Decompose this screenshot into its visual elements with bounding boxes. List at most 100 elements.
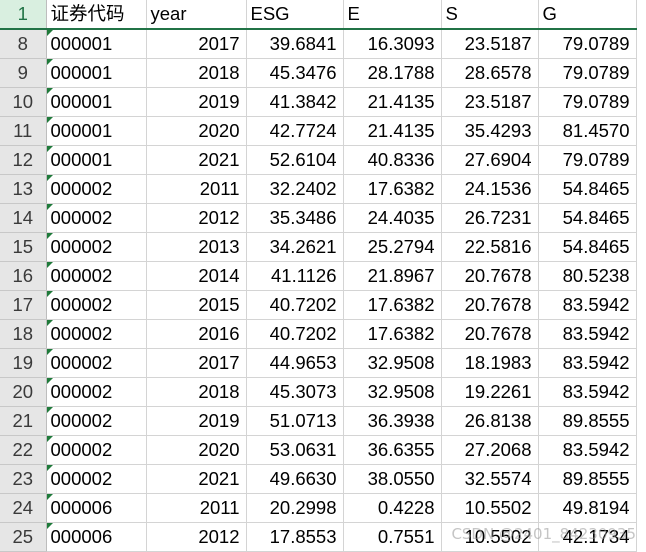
year-cell[interactable]: 2019: [146, 87, 247, 117]
e-cell[interactable]: 21.4135: [343, 116, 442, 146]
year-cell[interactable]: 2020: [146, 435, 247, 465]
code-cell[interactable]: 000002: [46, 348, 147, 378]
g-cell[interactable]: 79.0789: [538, 29, 637, 59]
year-cell[interactable]: 2018: [146, 377, 247, 407]
esg-cell[interactable]: 20.2998: [246, 493, 344, 523]
e-cell[interactable]: 21.8967: [343, 261, 442, 291]
row-number[interactable]: 20: [0, 377, 47, 407]
row-number[interactable]: 16: [0, 261, 47, 291]
e-cell[interactable]: 17.6382: [343, 319, 442, 349]
code-cell[interactable]: 000001: [46, 29, 147, 59]
s-cell[interactable]: 32.5574: [441, 464, 539, 494]
g-cell[interactable]: 83.5942: [538, 377, 637, 407]
year-cell[interactable]: 2016: [146, 319, 247, 349]
e-cell[interactable]: 16.3093: [343, 29, 442, 59]
e-cell[interactable]: 21.4135: [343, 87, 442, 117]
row-number[interactable]: 24: [0, 493, 47, 523]
g-cell[interactable]: 49.8194: [538, 493, 637, 523]
year-cell[interactable]: 2019: [146, 406, 247, 436]
esg-cell[interactable]: 40.7202: [246, 319, 344, 349]
g-cell[interactable]: 79.0789: [538, 87, 637, 117]
header-cell-securities-code[interactable]: 证券代码: [46, 0, 147, 30]
code-cell[interactable]: 000002: [46, 203, 147, 233]
g-cell[interactable]: 54.8465: [538, 232, 637, 262]
year-cell[interactable]: 2021: [146, 145, 247, 175]
esg-cell[interactable]: 34.2621: [246, 232, 344, 262]
code-cell[interactable]: 000002: [46, 406, 147, 436]
code-cell[interactable]: 000002: [46, 435, 147, 465]
row-number[interactable]: 14: [0, 203, 47, 233]
s-cell[interactable]: 24.1536: [441, 174, 539, 204]
esg-cell[interactable]: 17.8553: [246, 522, 344, 552]
year-cell[interactable]: 2021: [146, 464, 247, 494]
code-cell[interactable]: 000001: [46, 116, 147, 146]
e-cell[interactable]: 25.2794: [343, 232, 442, 262]
row-number[interactable]: 17: [0, 290, 47, 320]
e-cell[interactable]: 24.4035: [343, 203, 442, 233]
s-cell[interactable]: 28.6578: [441, 58, 539, 88]
year-cell[interactable]: 2011: [146, 174, 247, 204]
row-number[interactable]: 13: [0, 174, 47, 204]
e-cell[interactable]: 28.1788: [343, 58, 442, 88]
code-cell[interactable]: 000002: [46, 290, 147, 320]
s-cell[interactable]: 20.7678: [441, 261, 539, 291]
s-cell[interactable]: 22.5816: [441, 232, 539, 262]
g-cell[interactable]: 89.8555: [538, 464, 637, 494]
row-number[interactable]: 8: [0, 29, 47, 59]
g-cell[interactable]: 81.4570: [538, 116, 637, 146]
s-cell[interactable]: 10.5502: [441, 522, 539, 552]
esg-cell[interactable]: 49.6630: [246, 464, 344, 494]
year-cell[interactable]: 2012: [146, 522, 247, 552]
header-cell-year[interactable]: year: [146, 0, 247, 30]
year-cell[interactable]: 2017: [146, 348, 247, 378]
row-number[interactable]: 19: [0, 348, 47, 378]
esg-cell[interactable]: 53.0631: [246, 435, 344, 465]
esg-cell[interactable]: 51.0713: [246, 406, 344, 436]
header-cell-e[interactable]: E: [343, 0, 442, 30]
year-cell[interactable]: 2014: [146, 261, 247, 291]
code-cell[interactable]: 000002: [46, 232, 147, 262]
esg-cell[interactable]: 40.7202: [246, 290, 344, 320]
g-cell[interactable]: 89.8555: [538, 406, 637, 436]
e-cell[interactable]: 32.9508: [343, 377, 442, 407]
esg-cell[interactable]: 35.3486: [246, 203, 344, 233]
row-number[interactable]: 23: [0, 464, 47, 494]
e-cell[interactable]: 38.0550: [343, 464, 442, 494]
esg-cell[interactable]: 42.7724: [246, 116, 344, 146]
code-cell[interactable]: 000002: [46, 261, 147, 291]
e-cell[interactable]: 40.8336: [343, 145, 442, 175]
header-cell-esg[interactable]: ESG: [246, 0, 344, 30]
s-cell[interactable]: 20.7678: [441, 290, 539, 320]
s-cell[interactable]: 35.4293: [441, 116, 539, 146]
code-cell[interactable]: 000001: [46, 145, 147, 175]
e-cell[interactable]: 17.6382: [343, 174, 442, 204]
s-cell[interactable]: 23.5187: [441, 29, 539, 59]
row-number[interactable]: 11: [0, 116, 47, 146]
esg-cell[interactable]: 41.3842: [246, 87, 344, 117]
e-cell[interactable]: 32.9508: [343, 348, 442, 378]
code-cell[interactable]: 000002: [46, 174, 147, 204]
s-cell[interactable]: 10.5502: [441, 493, 539, 523]
esg-cell[interactable]: 45.3073: [246, 377, 344, 407]
row-number[interactable]: 18: [0, 319, 47, 349]
row-number[interactable]: 1: [0, 0, 47, 30]
g-cell[interactable]: 54.8465: [538, 174, 637, 204]
header-cell-s[interactable]: S: [441, 0, 539, 30]
e-cell[interactable]: 17.6382: [343, 290, 442, 320]
row-number[interactable]: 22: [0, 435, 47, 465]
s-cell[interactable]: 23.5187: [441, 87, 539, 117]
esg-cell[interactable]: 44.9653: [246, 348, 344, 378]
year-cell[interactable]: 2020: [146, 116, 247, 146]
s-cell[interactable]: 27.6904: [441, 145, 539, 175]
row-number[interactable]: 9: [0, 58, 47, 88]
code-cell[interactable]: 000006: [46, 493, 147, 523]
header-cell-g[interactable]: G: [538, 0, 637, 30]
esg-cell[interactable]: 39.6841: [246, 29, 344, 59]
g-cell[interactable]: 54.8465: [538, 203, 637, 233]
year-cell[interactable]: 2012: [146, 203, 247, 233]
e-cell[interactable]: 0.7551: [343, 522, 442, 552]
s-cell[interactable]: 26.7231: [441, 203, 539, 233]
s-cell[interactable]: 20.7678: [441, 319, 539, 349]
s-cell[interactable]: 26.8138: [441, 406, 539, 436]
year-cell[interactable]: 2011: [146, 493, 247, 523]
